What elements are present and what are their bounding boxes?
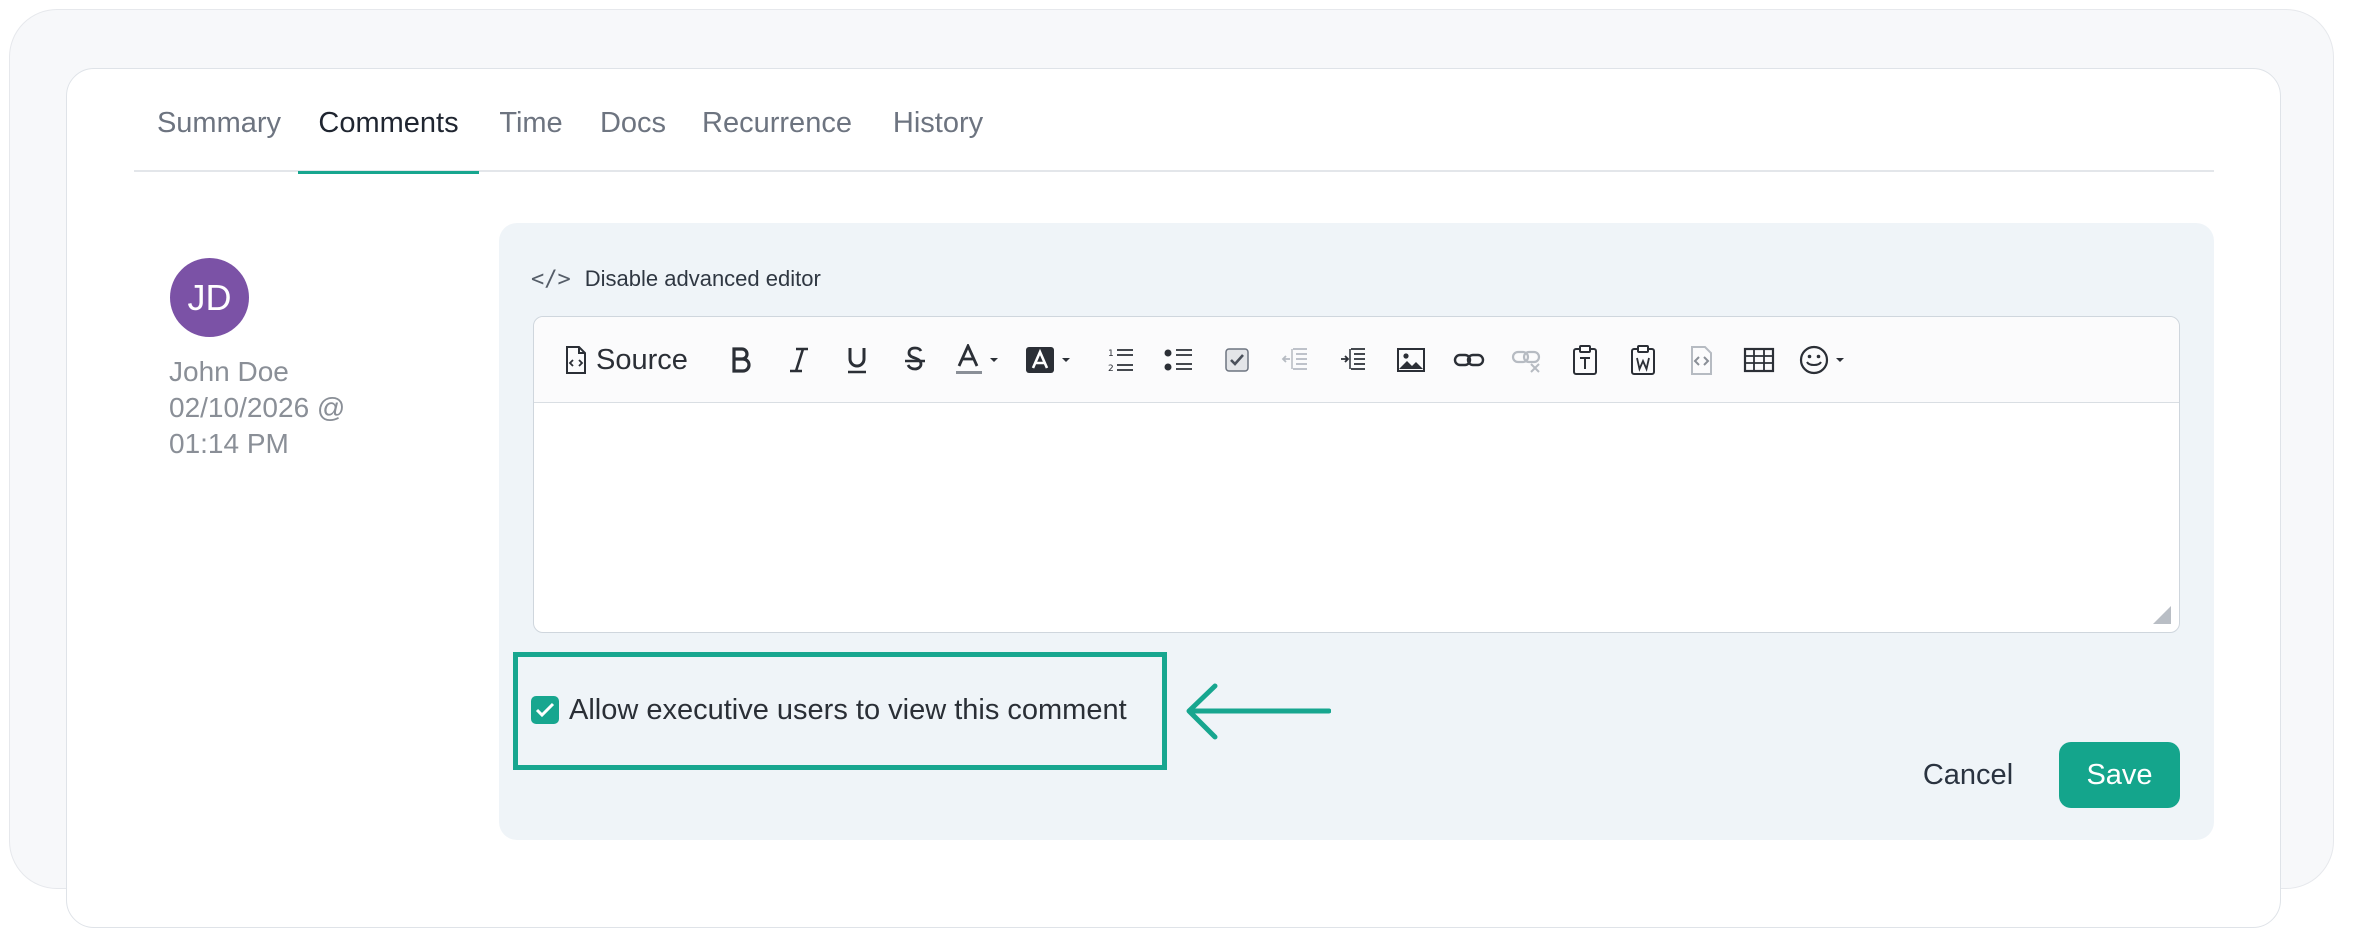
numbered-list-button[interactable]: 12 xyxy=(1102,341,1140,379)
tab-history[interactable]: History xyxy=(885,98,991,172)
image-button[interactable] xyxy=(1392,341,1430,379)
comment-time: 01:14 PM xyxy=(169,428,289,459)
emoji-icon xyxy=(1799,345,1844,375)
paste-word-icon xyxy=(1631,345,1655,375)
text-color-icon xyxy=(956,344,998,374)
rich-text-editor: Source 12 xyxy=(533,316,2180,633)
italic-button[interactable] xyxy=(780,341,818,379)
paste-code-icon xyxy=(1691,346,1712,375)
outdent-icon xyxy=(1281,348,1307,370)
source-icon xyxy=(566,346,586,374)
tab-time[interactable]: Time xyxy=(494,98,568,172)
paste-word-button[interactable] xyxy=(1624,341,1662,379)
unlink-button[interactable] xyxy=(1508,341,1546,379)
strikethrough-icon xyxy=(905,346,925,371)
checklist-icon xyxy=(1225,348,1249,372)
tab-recurrence[interactable]: Recurrence xyxy=(697,98,857,172)
resize-handle[interactable] xyxy=(2153,606,2171,624)
unlink-icon xyxy=(1511,350,1541,373)
table-button[interactable] xyxy=(1740,341,1778,379)
executive-visibility-label: Allow executive users to view this comme… xyxy=(569,693,1127,726)
image-icon xyxy=(1397,348,1425,372)
background-color-button[interactable] xyxy=(1024,341,1074,379)
code-icon: </> xyxy=(531,266,571,292)
bold-icon xyxy=(732,347,751,373)
underline-icon xyxy=(848,348,866,374)
disable-advanced-editor-link[interactable]: </> Disable advanced editor xyxy=(531,262,821,296)
source-label: Source xyxy=(596,343,688,376)
tab-bar: Summary Comments Time Docs Recurrence Hi… xyxy=(134,98,2214,174)
checklist-button[interactable] xyxy=(1218,341,1256,379)
save-button[interactable]: Save xyxy=(2059,742,2180,808)
underline-button[interactable] xyxy=(838,341,876,379)
bulleted-list-icon xyxy=(1164,349,1192,371)
executive-visibility-checkbox[interactable] xyxy=(531,696,559,724)
tab-docs[interactable]: Docs xyxy=(593,98,673,172)
text-color-button[interactable] xyxy=(954,341,1004,379)
avatar: JD xyxy=(170,258,249,337)
italic-icon xyxy=(790,347,808,373)
editor-content[interactable] xyxy=(534,403,2179,632)
executive-visibility-checkbox-row[interactable]: Allow executive users to view this comme… xyxy=(531,690,1127,730)
author-name: John Doe xyxy=(169,356,289,387)
disable-advanced-editor-label: Disable advanced editor xyxy=(584,266,821,291)
paste-text-icon xyxy=(1573,345,1597,375)
checkmark-icon xyxy=(535,702,555,718)
background-color-icon xyxy=(1026,347,1070,373)
indent-icon xyxy=(1341,348,1365,370)
emoji-button[interactable] xyxy=(1798,341,1854,379)
source-button[interactable]: Source xyxy=(564,341,688,379)
svg-text:1: 1 xyxy=(1108,349,1114,359)
bold-button[interactable] xyxy=(722,341,760,379)
editor-toolbar: Source 12 xyxy=(534,317,2179,403)
paste-code-button[interactable] xyxy=(1682,341,1720,379)
paste-text-button[interactable] xyxy=(1566,341,1604,379)
table-icon xyxy=(1743,347,1775,373)
strikethrough-button[interactable] xyxy=(896,341,934,379)
arrow-left-icon xyxy=(1185,680,1332,749)
comment-date: 02/10/2026 @ xyxy=(169,392,346,423)
link-icon xyxy=(1453,353,1485,367)
indent-button[interactable] xyxy=(1334,341,1372,379)
outdent-button[interactable] xyxy=(1276,341,1314,379)
link-button[interactable] xyxy=(1450,341,1488,379)
tab-comments[interactable]: Comments xyxy=(298,98,479,174)
svg-text:2: 2 xyxy=(1108,364,1114,374)
numbered-list-icon: 12 xyxy=(1108,349,1133,374)
bulleted-list-button[interactable] xyxy=(1160,341,1198,379)
cancel-button[interactable]: Cancel xyxy=(1898,742,2038,808)
tab-summary[interactable]: Summary xyxy=(151,98,287,172)
